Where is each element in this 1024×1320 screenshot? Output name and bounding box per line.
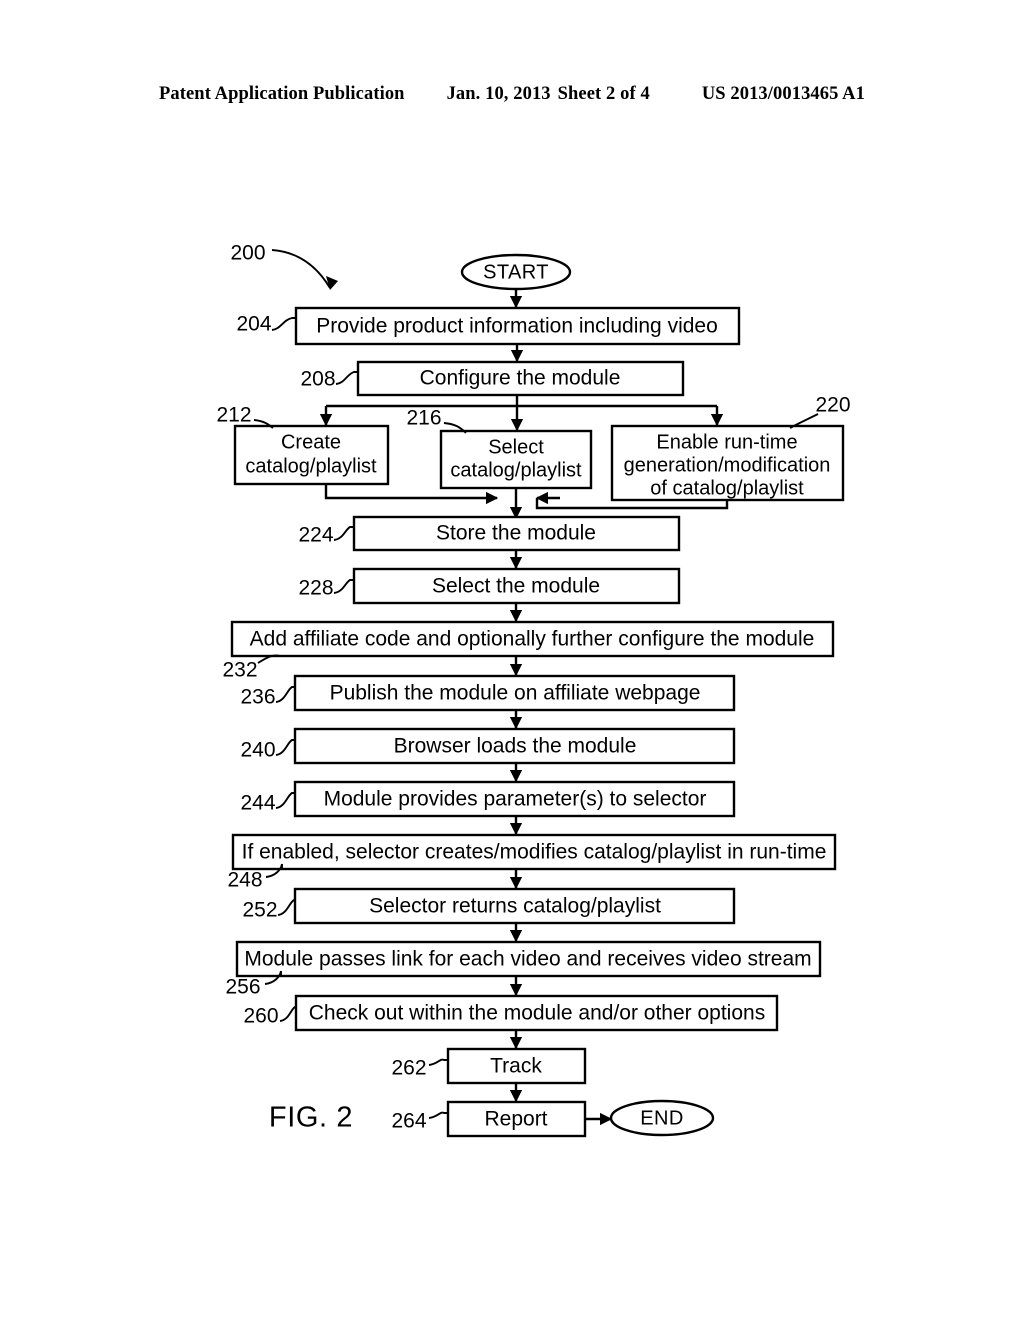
step-label-260: Check out within the module and/or other…: [309, 1002, 765, 1025]
step-label-224: Store the module: [436, 522, 596, 545]
step-label-220-line3: of catalog/playlist: [650, 477, 804, 499]
ref-leader-208: [335, 371, 358, 385]
step-label-240: Browser loads the module: [394, 735, 637, 758]
ref-leader-236: [275, 686, 295, 703]
step-label-256: Module passes link for each video and re…: [244, 948, 811, 971]
step-label-236: Publish the module on affiliate webpage: [330, 682, 701, 705]
step-label-220-line1: Enable run-time: [656, 431, 797, 453]
ref-label-212: 212: [216, 404, 251, 427]
ref-label-248: 248: [227, 869, 262, 892]
figure-caption: FIG. 2: [269, 1102, 353, 1134]
ref-label-264: 264: [391, 1110, 426, 1133]
step-label-264: Report: [484, 1108, 547, 1131]
ref-label-216: 216: [406, 407, 441, 430]
ref-label-252: 252: [242, 899, 277, 922]
ref-label-240: 240: [240, 739, 275, 762]
ref-leader-200: [271, 249, 331, 289]
ref-label-204: 204: [236, 313, 271, 336]
ref-leader-260: [279, 1006, 296, 1022]
step-label-262: Track: [490, 1055, 542, 1078]
step-label-248: If enabled, selector creates/modifies ca…: [242, 841, 827, 864]
end-terminator-label: END: [640, 1107, 683, 1129]
step-label-244: Module provides parameter(s) to selector: [324, 788, 707, 811]
step-label-208: Configure the module: [420, 367, 621, 390]
ref-leader-204: [271, 317, 296, 331]
ref-label-244: 244: [240, 792, 275, 815]
ref-label-208: 208: [300, 368, 335, 391]
ref-leader-262: [428, 1058, 448, 1066]
ref-leader-228: [333, 579, 354, 594]
ref-label-236: 236: [240, 686, 275, 709]
step-label-204: Provide product information including vi…: [316, 315, 718, 338]
ref-label-220: 220: [815, 394, 850, 417]
step-label-220-line2: generation/modification: [624, 454, 831, 476]
step-label-216-line2: catalog/playlist: [450, 459, 582, 481]
ref-label-260: 260: [243, 1005, 278, 1028]
ref-leader-224: [333, 526, 354, 541]
flowchart-figure: 200 START Provide product information in…: [0, 0, 1024, 1320]
step-label-212-line2: catalog/playlist: [245, 455, 377, 477]
ref-label-232: 232: [222, 659, 257, 682]
ref-leader-240: [275, 739, 295, 756]
step-label-216-line1: Select: [488, 436, 544, 458]
ref-label-228: 228: [298, 577, 333, 600]
patent-page: Patent Application Publication Jan. 10, …: [0, 0, 1024, 1320]
flowchart-svg: 200 START Provide product information in…: [216, 242, 851, 1138]
step-label-228: Select the module: [432, 575, 600, 598]
ref-label-256: 256: [225, 976, 260, 999]
ref-leader-252: [277, 899, 295, 916]
step-label-252: Selector returns catalog/playlist: [369, 895, 661, 918]
ref-leader-244: [275, 792, 295, 809]
ref-label-262: 262: [391, 1057, 426, 1080]
ref-leader-264: [428, 1111, 448, 1119]
ref-label-200: 200: [230, 242, 265, 265]
step-label-212-line1: Create: [281, 431, 341, 453]
ref-label-224: 224: [298, 524, 333, 547]
start-terminator-label: START: [483, 261, 549, 283]
step-label-232: Add affiliate code and optionally furthe…: [250, 628, 815, 651]
